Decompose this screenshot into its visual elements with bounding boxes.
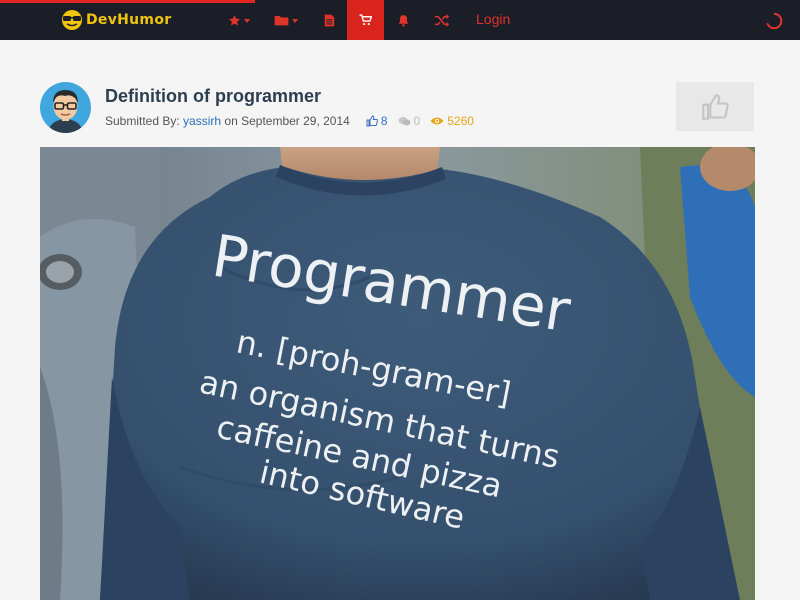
thumbs-up-icon: [366, 115, 378, 127]
comments-count: 0: [413, 114, 421, 128]
login-link[interactable]: Login: [476, 11, 510, 27]
site-logo[interactable]: DevHumor: [60, 8, 171, 32]
author-avatar[interactable]: [40, 82, 91, 133]
popular-menu-button[interactable]: [222, 0, 256, 40]
top-navbar: DevHumor Login: [0, 0, 800, 40]
categories-menu-button[interactable]: [268, 0, 304, 40]
thumbs-up-icon: [702, 93, 729, 120]
posts-button[interactable]: [314, 0, 344, 40]
views-stat: 5260: [430, 114, 474, 128]
shop-button[interactable]: [347, 0, 384, 40]
notifications-button[interactable]: [388, 0, 418, 40]
like-button[interactable]: [676, 82, 754, 131]
file-icon: [324, 14, 334, 26]
random-post-button[interactable]: [426, 0, 458, 40]
folder-icon: [274, 15, 289, 26]
post-title[interactable]: Definition of programmer: [105, 86, 321, 107]
bell-icon: [398, 14, 408, 27]
cart-icon: [359, 14, 372, 26]
chevron-down-icon: [292, 19, 298, 23]
loading-spinner-icon: [766, 12, 783, 30]
post-date: on September 29, 2014: [224, 114, 350, 128]
eye-icon: [430, 117, 444, 125]
sunglasses-face-icon: [60, 9, 84, 31]
comments-icon: [398, 116, 411, 125]
star-icon: [228, 14, 241, 26]
comments-stat: 0: [398, 114, 421, 128]
loading-progress-bar: [0, 0, 255, 3]
post-meta: Submitted By: yassirh on September 29, 2…: [105, 114, 474, 128]
views-count: 5260: [447, 114, 474, 128]
author-link[interactable]: yassirh: [183, 114, 221, 128]
post-image[interactable]: Programmer n. [proh-gram-er] an organism…: [40, 147, 755, 600]
likes-count: 8: [380, 114, 388, 128]
logo-text: DevHumor: [86, 12, 172, 28]
likes-stat: 8: [366, 114, 388, 128]
submitted-by-label: Submitted By:: [105, 114, 180, 128]
shuffle-icon: [434, 13, 450, 27]
chevron-down-icon: [244, 19, 250, 23]
